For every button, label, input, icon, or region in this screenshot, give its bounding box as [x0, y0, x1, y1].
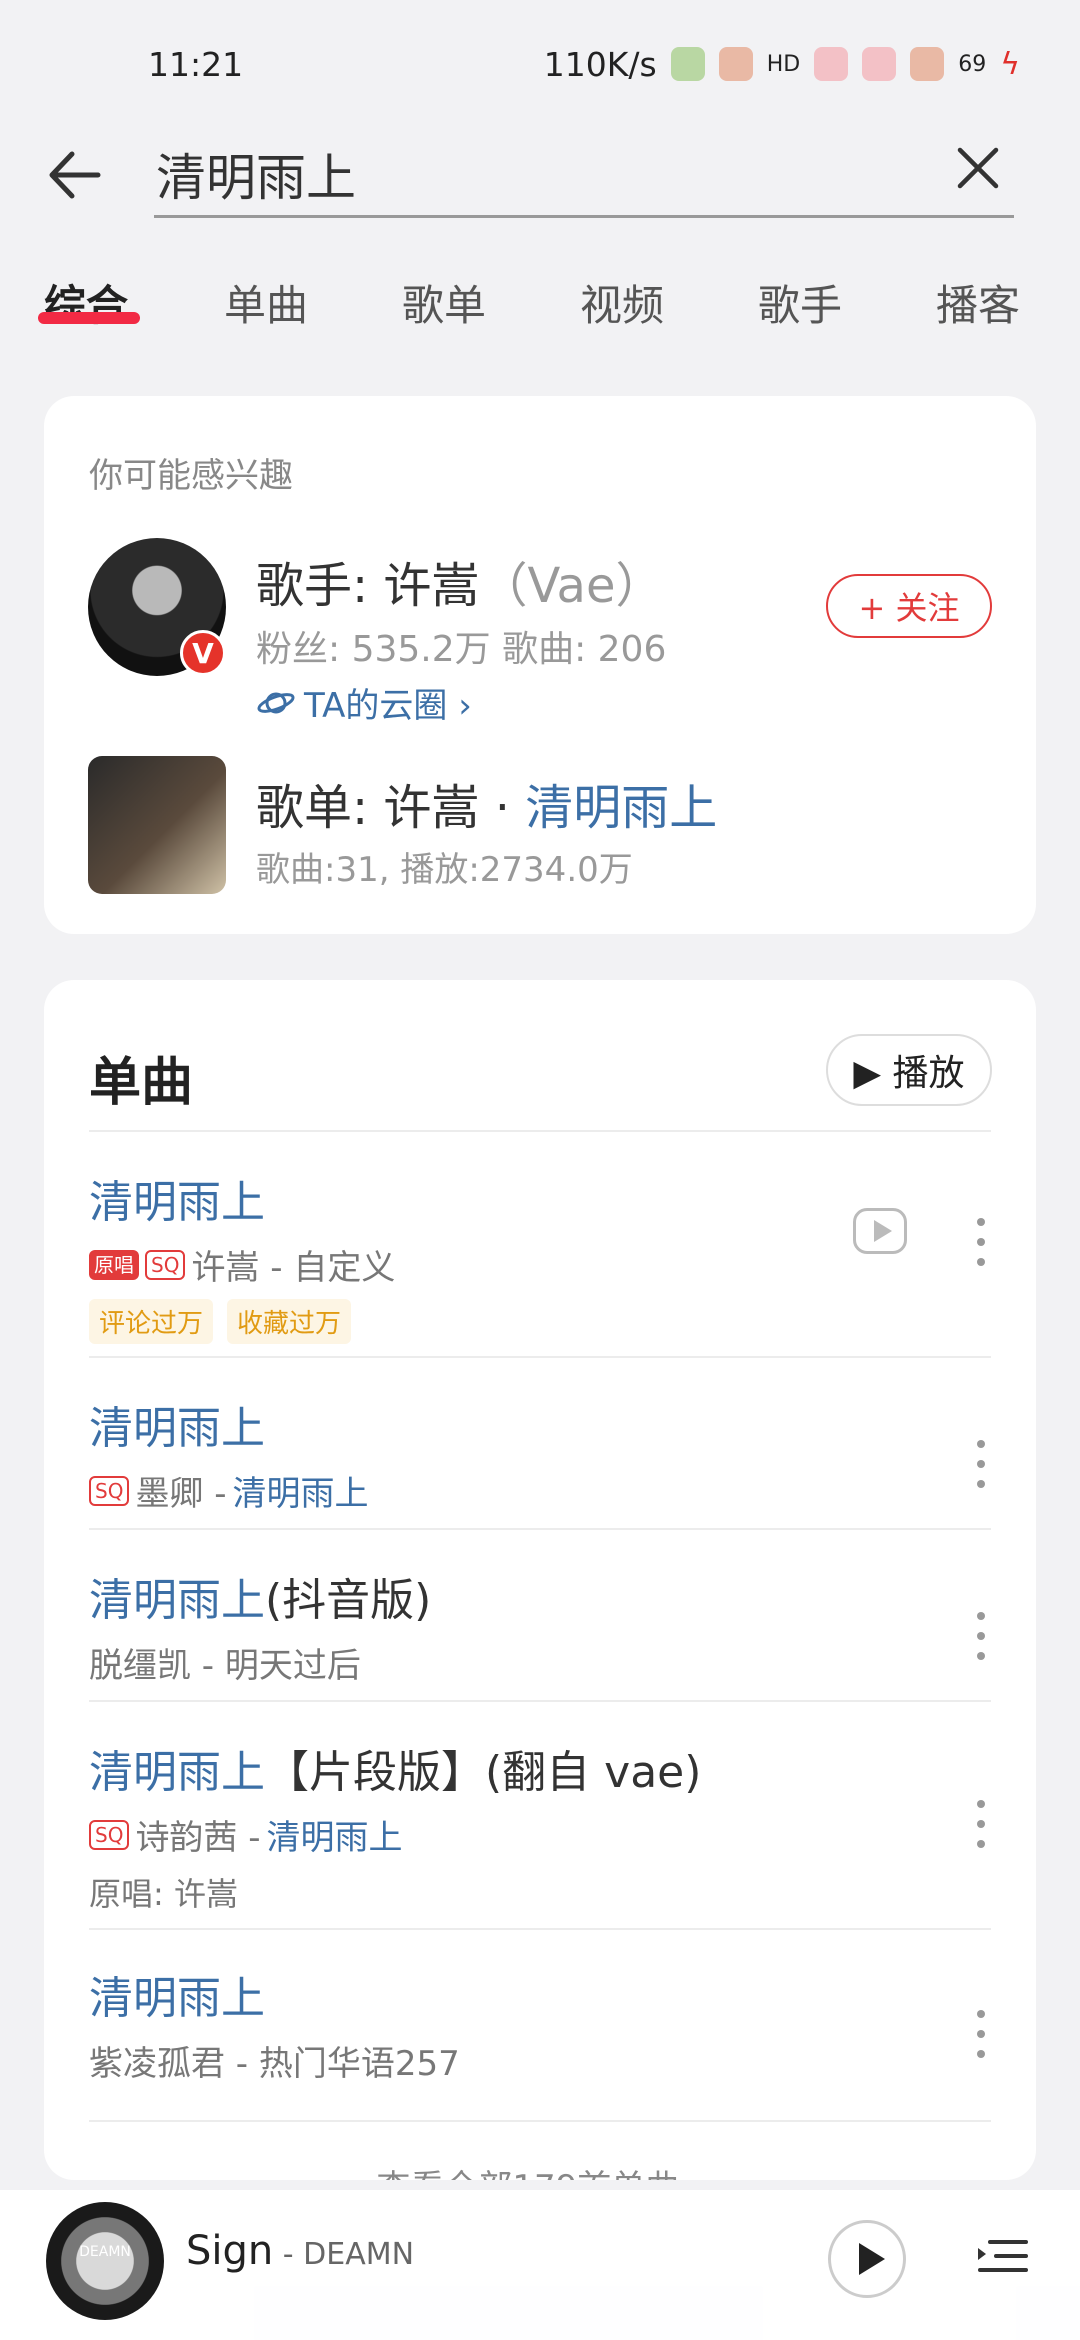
song-tags: 评论过万 收藏过万	[89, 1299, 991, 1344]
now-playing-artist: - DEAMN	[273, 2237, 415, 2272]
disc-label: DEAMN	[79, 2244, 131, 2260]
more-vertical-icon[interactable]	[961, 1434, 1001, 1494]
song-title: 清明雨上	[89, 1403, 265, 1454]
original-badge: 原唱	[89, 1249, 139, 1280]
playlist-cover[interactable]	[88, 756, 226, 894]
more-vertical-icon[interactable]	[961, 1606, 1001, 1666]
more-vertical-icon[interactable]	[961, 2004, 1001, 2064]
now-playing-info[interactable]: Sign - DEAMN	[186, 2228, 414, 2274]
divider	[89, 1130, 991, 1132]
view-all-songs-link[interactable]: 查看全部179首单曲 ›	[44, 2160, 1036, 2180]
artist-circle-link[interactable]: TA的云圈 ›	[256, 678, 472, 727]
sq-badge: SQ	[89, 1819, 130, 1850]
song-row[interactable]: 清明雨上【片段版】(翻自 vae) SQ 诗韵茜 - 清明雨上 原唱: 许嵩	[89, 1736, 991, 1915]
back-arrow-icon[interactable]	[42, 140, 112, 210]
charging-icon: ϟ	[1000, 46, 1020, 82]
artist-stats: 粉丝: 535.2万 歌曲: 206	[256, 629, 667, 670]
interest-card: 你可能感兴趣 V 歌手: 许嵩（Vae） 粉丝: 535.2万 歌曲: 206 …	[44, 396, 1036, 934]
song-tag: 收藏过万	[227, 1299, 352, 1344]
song-album: 清明雨上	[232, 1474, 369, 1514]
divider	[89, 2120, 991, 2122]
sticker-icon	[910, 47, 945, 81]
artist-name[interactable]: 歌手: 许嵩（Vae）	[256, 546, 664, 616]
song-artist: 紫凌孤君 - 热门华语257	[89, 2044, 460, 2084]
status-time: 11:21	[148, 44, 244, 84]
song-artist: 墨卿 -	[135, 1474, 227, 1514]
song-artist: 脱缰凯 - 明天过后	[89, 1646, 361, 1686]
song-meta: SQ 墨卿 - 清明雨上	[89, 1466, 991, 1515]
tab-songs[interactable]: 单曲	[224, 272, 308, 333]
song-title: 清明雨上(抖音版)	[89, 1564, 991, 1628]
more-vertical-icon[interactable]	[961, 1212, 1001, 1272]
active-tab-indicator	[38, 312, 140, 324]
songs-section-title: 单曲	[89, 1053, 194, 1113]
sticker-icon	[670, 47, 705, 81]
sticker-icon	[862, 47, 897, 81]
follow-button[interactable]: + 关注	[826, 574, 992, 638]
song-row[interactable]: 清明雨上 紫凌孤君 - 热门华语257	[89, 1962, 991, 2085]
song-meta: 脱缰凯 - 明天过后	[89, 1638, 991, 1687]
search-header: 清明雨上	[0, 128, 1080, 238]
sticker-icon	[814, 47, 849, 81]
divider	[89, 1928, 991, 1930]
tab-podcasts[interactable]: 播客	[936, 272, 1020, 333]
artist-name-main: 歌手: 许嵩	[256, 558, 480, 614]
sticker-icon	[718, 47, 753, 81]
tab-playlists[interactable]: 歌单	[402, 272, 486, 333]
tab-videos[interactable]: 视频	[580, 272, 664, 333]
song-original-singer: 原唱: 许嵩	[89, 1875, 238, 1913]
hd-label: HD	[766, 51, 801, 77]
playlist-title-highlight: 清明雨上	[525, 780, 718, 836]
song-title-suffix: 【片段版】(翻自 vae)	[265, 1747, 702, 1798]
song-title: 清明雨上	[89, 1973, 265, 2024]
song-row[interactable]: 清明雨上 SQ 墨卿 - 清明雨上	[89, 1392, 991, 1515]
search-tabs: 综合 单曲 歌单 视频 歌手 播客	[0, 262, 1080, 342]
song-meta: 紫凌孤君 - 热门华语257	[89, 2036, 991, 2085]
playlist-stats: 歌曲:31, 播放:2734.0万	[256, 850, 633, 890]
verified-badge: V	[180, 630, 226, 676]
close-icon[interactable]	[952, 142, 1004, 194]
search-input[interactable]: 清明雨上	[154, 128, 1014, 218]
search-query[interactable]: 清明雨上	[156, 138, 356, 210]
song-album: 清明雨上	[266, 1818, 403, 1858]
song-artist: 诗韵茜 -	[135, 1818, 261, 1858]
mv-play-icon[interactable]	[853, 1208, 907, 1254]
now-playing-title: Sign	[186, 2228, 274, 2274]
song-title: 清明雨上【片段版】(翻自 vae)	[89, 1736, 991, 1800]
song-tag: 评论过万	[89, 1299, 214, 1344]
song-title-main: 清明雨上	[89, 1575, 265, 1626]
songs-card: 单曲 ▶ 播放 清明雨上 原唱 SQ 许嵩 - 自定义 评论过万 收藏过万 清明…	[44, 980, 1036, 2180]
play-icon[interactable]	[828, 2220, 906, 2298]
playlist-queue-icon[interactable]	[974, 2230, 1030, 2286]
battery-level: 69	[958, 51, 987, 77]
status-bar: 11:21 110K/s HD 69 ϟ	[0, 0, 1080, 128]
song-row[interactable]: 清明雨上 原唱 SQ 许嵩 - 自定义 评论过万 收藏过万	[89, 1166, 991, 1344]
interest-title: 你可能感兴趣	[89, 456, 293, 496]
divider	[89, 1528, 991, 1530]
song-title-suffix: (抖音版)	[265, 1575, 432, 1626]
song-meta: SQ 诗韵茜 - 清明雨上	[89, 1810, 991, 1859]
more-vertical-icon[interactable]	[961, 1794, 1001, 1854]
divider	[89, 1356, 991, 1358]
artist-name-alias: （Vae）	[479, 558, 664, 614]
play-all-button[interactable]: ▶ 播放	[826, 1034, 992, 1106]
mini-player[interactable]: DEAMN Sign - DEAMN	[0, 2190, 1080, 2340]
tab-artists[interactable]: 歌手	[758, 272, 842, 333]
sq-badge: SQ	[89, 1475, 130, 1506]
circle-link-label: TA的云圈 ›	[304, 686, 472, 726]
planet-icon	[257, 692, 295, 713]
album-disc[interactable]: DEAMN	[46, 2202, 164, 2320]
status-icons: 110K/s HD 69 ϟ	[544, 45, 1020, 84]
playlist-title-prefix: 歌单: 许嵩 ·	[256, 780, 526, 836]
sq-badge: SQ	[145, 1249, 186, 1280]
song-title-main: 清明雨上	[89, 1747, 265, 1798]
playlist-title[interactable]: 歌单: 许嵩 · 清明雨上	[256, 768, 717, 838]
song-row[interactable]: 清明雨上(抖音版) 脱缰凯 - 明天过后	[89, 1564, 991, 1687]
divider	[89, 1700, 991, 1702]
song-artist: 许嵩 - 自定义	[191, 1248, 396, 1288]
net-speed: 110K/s	[543, 44, 657, 84]
